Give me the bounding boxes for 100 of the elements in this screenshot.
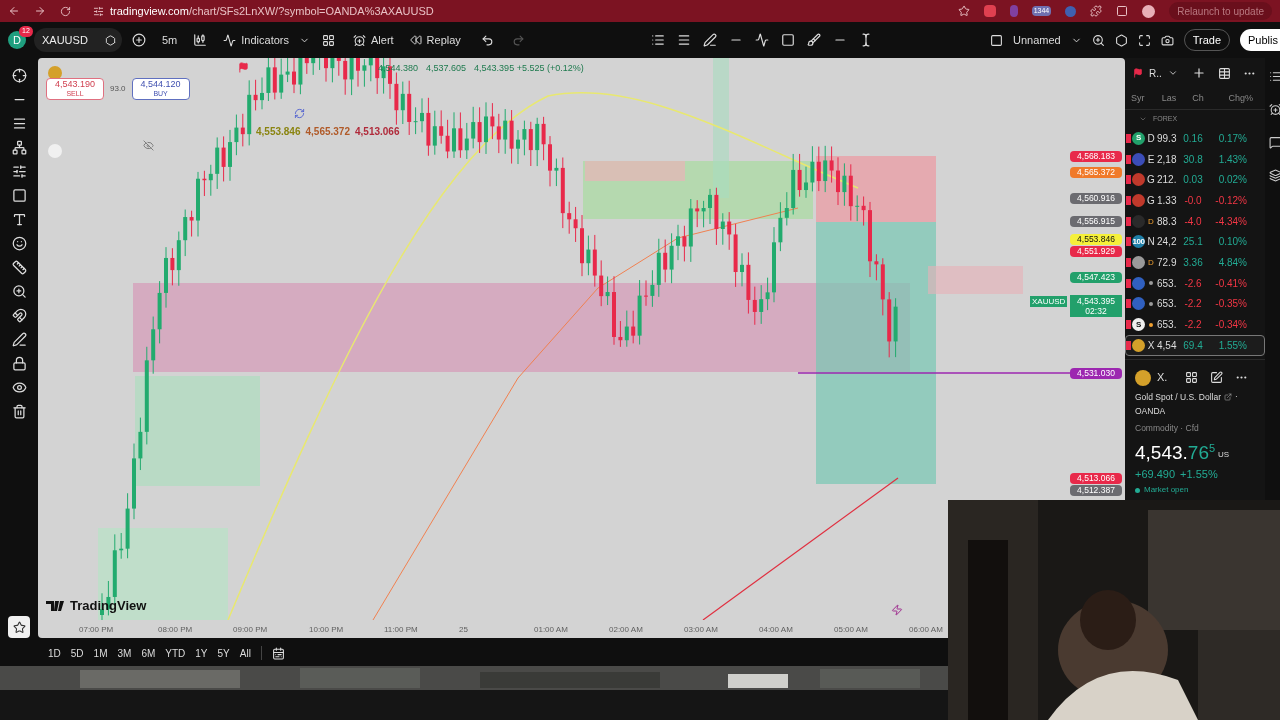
price-tag: 4,556.915: [1070, 216, 1122, 227]
layout-icon[interactable]: [990, 33, 1003, 47]
grid-icon[interactable]: [1185, 371, 1199, 385]
range-button[interactable]: 5Y: [217, 645, 230, 661]
alert-button[interactable]: Alert: [347, 27, 400, 53]
range-button[interactable]: 3M: [117, 645, 132, 661]
trash-icon[interactable]: [11, 404, 27, 419]
chevron-down-icon[interactable]: [1139, 115, 1147, 123]
change-value: 69.4: [1182, 338, 1204, 353]
watchlist-row[interactable]: 653. -2.2 -0.35%: [1125, 293, 1265, 315]
column-header[interactable]: Syr: [1125, 91, 1153, 106]
chevron-down-icon[interactable]: [1167, 68, 1178, 78]
time-label: 01:00 AM: [534, 624, 568, 636]
watchlist-row[interactable]: E 2,18 30.8 1.43%: [1125, 148, 1265, 170]
url-text[interactable]: tradingview.com/chart/SFs2LnXW/?symbol=OANDA%3AXAUUSD: [110, 2, 434, 20]
watchlist-row[interactable]: G 1.33 -0.0 -0.12%: [1125, 190, 1265, 211]
site-settings-icon[interactable]: [93, 5, 104, 17]
range-button[interactable]: 5D: [70, 645, 84, 661]
path-tool-icon[interactable]: [754, 33, 769, 47]
layers-icon[interactable]: [1269, 169, 1280, 182]
add-symbol-icon[interactable]: [132, 33, 146, 47]
interval-button[interactable]: 5m: [156, 27, 184, 53]
column-header[interactable]: Las: [1153, 91, 1185, 106]
magnet-icon[interactable]: [11, 308, 27, 323]
change-percent: 0.17%: [1217, 131, 1247, 146]
change-value: -4.0: [1183, 214, 1203, 229]
edit-icon[interactable]: [1210, 371, 1224, 385]
list-icon[interactable]: [650, 33, 665, 47]
watchlist-row[interactable]: G 212. 0.03 0.02%: [1125, 169, 1265, 191]
exchange-name: OANDA: [1135, 405, 1167, 419]
rectangle-tool-icon[interactable]: [780, 33, 795, 47]
smiley-icon[interactable]: [11, 236, 27, 251]
address-bar[interactable]: tradingview.com/chart/SFs2LnXW/?symbol=OANDA%3AXAUUSD: [85, 1, 446, 21]
change-value: -2.6: [1183, 276, 1203, 291]
watchlist-row[interactable]: 100 N 24,2 25.1 0.10%: [1125, 231, 1265, 253]
watchlist-row[interactable]: X 4,54 69.4 1.55%: [1125, 334, 1265, 356]
watchlist-row[interactable]: D 72.9 3.36 4.84%: [1125, 252, 1265, 273]
range-button[interactable]: 6M: [141, 645, 156, 661]
alert-icon[interactable]: [1269, 103, 1280, 116]
range-button[interactable]: 1M: [93, 645, 108, 661]
range-button[interactable]: All: [239, 645, 251, 661]
lock-icon[interactable]: [11, 356, 27, 371]
line-tool-icon[interactable]: [702, 33, 717, 47]
external-link-icon[interactable]: [1224, 392, 1232, 401]
undo-icon[interactable]: [480, 33, 494, 47]
eye-icon[interactable]: [11, 380, 27, 395]
text-icon[interactable]: [11, 212, 27, 227]
symbol-search[interactable]: XAUUSD: [34, 28, 122, 52]
search-icon[interactable]: [1091, 33, 1105, 47]
watchlist-icon[interactable]: [1269, 70, 1280, 83]
column-header[interactable]: Chg%: [1211, 91, 1257, 106]
column-header[interactable]: Ch: [1185, 91, 1211, 106]
symbol-name: X: [1147, 338, 1155, 353]
bookmark-star-icon[interactable]: [957, 5, 970, 17]
replay-button[interactable]: Replay: [403, 27, 467, 53]
menu-icon[interactable]: [676, 33, 691, 47]
ruler-icon[interactable]: [11, 260, 27, 275]
table-icon[interactable]: [1217, 66, 1231, 80]
profile-avatar[interactable]: [1142, 4, 1156, 18]
extension-icon[interactable]: [983, 5, 996, 17]
relaunch-button[interactable]: Relaunch to update: [1169, 2, 1272, 20]
price-tag: 4,551.929: [1070, 246, 1122, 257]
watchlist-row[interactable]: D 88.3 -4.0 -4.34%: [1125, 210, 1265, 232]
change-percent: 1.55%: [1217, 338, 1247, 353]
tab-search-icon[interactable]: [1116, 5, 1129, 17]
lightning-icon[interactable]: [891, 604, 903, 616]
forward-icon[interactable]: [34, 5, 46, 17]
candlestick-icon[interactable]: [193, 33, 208, 47]
publish-button[interactable]: Publis: [1240, 29, 1280, 51]
range-button[interactable]: YTD: [165, 645, 186, 661]
favorites-button[interactable]: [8, 616, 30, 638]
redo-icon[interactable]: [511, 33, 525, 47]
camera-icon[interactable]: [1160, 33, 1174, 47]
watchlist-row[interactable]: S 653. -2.2 -0.34%: [1125, 314, 1265, 335]
back-icon[interactable]: [8, 5, 20, 17]
crosshair-icon[interactable]: [11, 68, 27, 83]
price-tag: 4,547.423: [1070, 272, 1122, 283]
settings-icon[interactable]: [1114, 33, 1128, 47]
layout-name-button[interactable]: Unnamed: [1013, 31, 1061, 49]
indicators-button[interactable]: Indicators: [217, 27, 295, 53]
watchlist-title[interactable]: R..: [1149, 65, 1162, 81]
range-button[interactable]: 1Y: [195, 645, 208, 661]
watchlist-row[interactable]: S D 99.3 0.16 0.17%: [1125, 128, 1265, 149]
brush-icon[interactable]: [806, 33, 821, 47]
zoom-in-icon[interactable]: [11, 284, 27, 299]
time-label: 04:00 AM: [759, 624, 793, 636]
reload-icon[interactable]: [60, 5, 71, 17]
shape-icon[interactable]: [11, 188, 27, 203]
range-button[interactable]: 1D: [48, 645, 61, 661]
last-price: 4,54: [1157, 338, 1178, 353]
puzzle-icon[interactable]: [1090, 5, 1103, 17]
price-tag: 4,565.372: [1070, 167, 1122, 178]
calendar-icon[interactable]: [271, 646, 285, 660]
chat-icon[interactable]: [1269, 136, 1280, 149]
templates-icon[interactable]: [322, 33, 335, 47]
plus-icon[interactable]: [1191, 66, 1206, 80]
pencil-icon[interactable]: [11, 332, 27, 347]
watchlist-row[interactable]: 653. -2.6 -0.41%: [1125, 272, 1265, 294]
fullscreen-icon[interactable]: [1137, 33, 1151, 47]
last-price: 212.: [1157, 173, 1178, 188]
